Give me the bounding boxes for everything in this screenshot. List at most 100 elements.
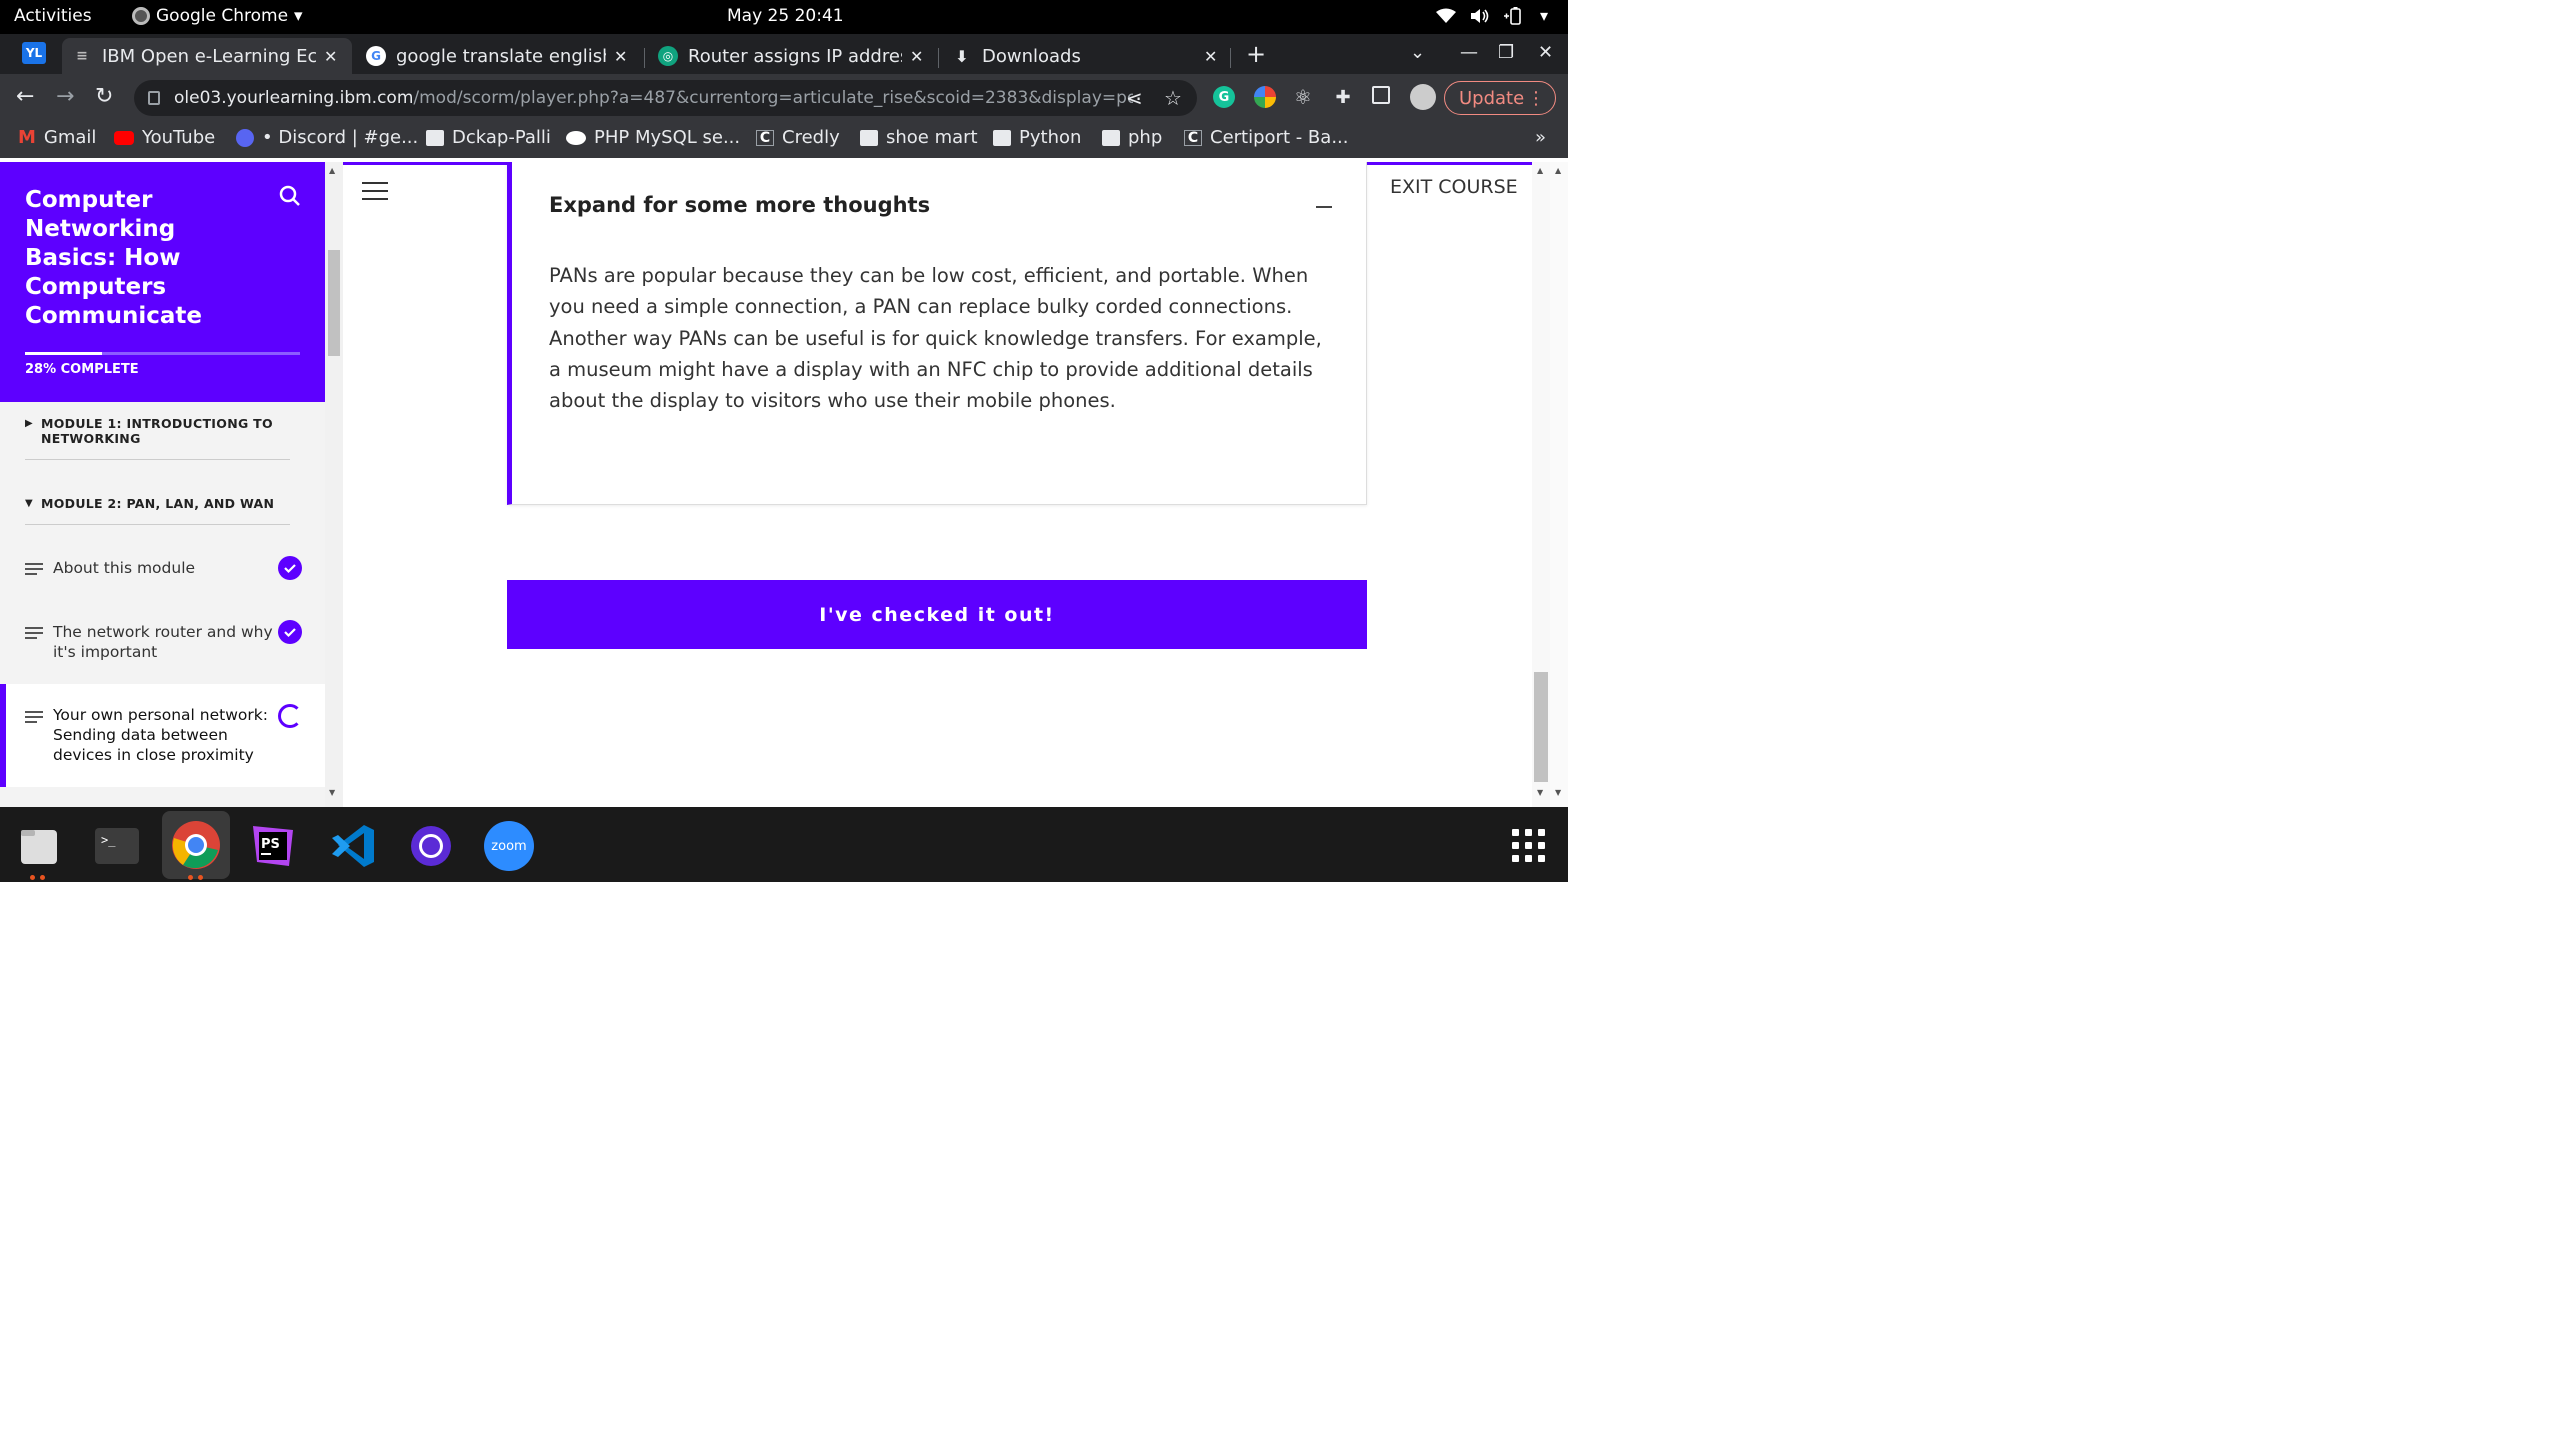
zoom-icon[interactable]: zoom [482,819,536,873]
lock-icon [148,91,160,105]
new-tab-button[interactable]: + [1246,40,1266,68]
lesson-about-module[interactable]: About this module [0,546,325,596]
vscode-icon[interactable] [326,819,380,873]
tab-search-chevron-icon[interactable]: ⌄ [1410,42,1425,63]
files-icon[interactable] [12,819,66,873]
bookmark-label: PHP MySQL se... [594,127,741,148]
share-icon[interactable]: ⋖ [1126,86,1143,110]
tab-title: Router assigns IP address [688,45,902,67]
check-circle-icon [278,556,302,580]
system-tray[interactable]: ▾ [1435,6,1548,25]
chrome-icon[interactable] [162,811,230,879]
bookmark-folder-shoe-mart[interactable]: shoe mart [860,127,978,148]
tab-downloads[interactable]: ⬇ Downloads ✕ [942,38,1228,74]
side-panel-icon[interactable] [1372,86,1390,104]
activities-button[interactable]: Activities [14,6,92,26]
progress-label: 28% COMPLETE [25,362,139,377]
bookmark-discord[interactable]: • Discord | #ge... [236,127,418,148]
show-applications-icon[interactable] [1512,829,1546,863]
module-2-toggle[interactable]: ▼ MODULE 2: PAN, LAN, AND WAN [25,496,290,511]
battery-icon [1503,6,1521,25]
lesson-list-icon [25,627,43,642]
credly-icon: C [756,129,774,146]
running-indicator [30,875,35,880]
more-bookmarks-chevron-icon[interactable]: » [1535,127,1546,148]
course-progress-fill [25,352,102,355]
profile-avatar[interactable] [1410,84,1436,110]
reload-icon[interactable]: ↻ [95,84,113,109]
content-scroll-thumb[interactable] [1534,672,1548,782]
tab-title: IBM Open e-Learning Ecos [102,45,316,67]
module-1-toggle[interactable]: ▶ MODULE 1: INTRODUCTIONG TO NETWORKING [25,416,290,446]
react-devtools-icon[interactable]: ⚛ [1292,85,1314,109]
app-menu[interactable]: Google Chrome ▾ [132,6,303,26]
bookmark-php-mysql[interactable]: PHP MySQL se... [566,127,740,148]
divider [25,524,290,525]
close-tab-icon[interactable]: ✕ [614,47,627,66]
sidebar-scrollbar[interactable]: ▲ ▼ [325,162,343,807]
terminal-icon[interactable]: >_ [90,819,144,873]
scroll-up-arrow-icon[interactable]: ▲ [1537,166,1543,175]
colorzilla-extension-icon[interactable] [1254,86,1276,108]
lesson-personal-network[interactable]: Your own personal network: Sending data … [0,684,325,787]
google-favicon-icon: G [366,46,386,66]
content-scrollbar[interactable]: ▲ ▼ [1532,162,1550,807]
check-circle-icon [278,620,302,644]
bookmark-gmail[interactable]: M Gmail [18,127,96,148]
search-icon[interactable] [278,184,302,208]
collapse-minus-icon[interactable] [1316,206,1332,208]
scroll-up-arrow-icon[interactable]: ▲ [1555,166,1561,175]
lesson-network-router[interactable]: The network router and why it's importan… [0,610,325,670]
power-menu-chevron-icon: ▾ [1539,6,1548,25]
yourlearning-favicon-icon[interactable]: YL [22,42,46,64]
close-tab-icon[interactable]: ✕ [1204,47,1217,66]
course-sidebar: Computer Networking Basics: How Computer… [0,162,325,807]
svg-text:>_: >_ [101,833,116,847]
accordion-title[interactable]: Expand for some more thoughts [549,193,930,217]
bookmark-credly[interactable]: C Credly [756,127,840,148]
bookmark-certiport[interactable]: C Certiport - Ba... [1184,127,1348,148]
bookmark-youtube[interactable]: YouTube [114,127,215,148]
bookmark-folder-php[interactable]: php [1102,127,1162,148]
tab-router-ip[interactable]: ◎ Router assigns IP address ✕ [648,38,934,74]
wifi-icon [1435,8,1456,23]
bookmark-star-icon[interactable]: ☆ [1164,86,1182,110]
bookmark-folder-dckap-palli[interactable]: Dckap-Palli [426,127,551,148]
system-clock[interactable]: May 25 20:41 [727,6,844,26]
scroll-down-arrow-icon[interactable]: ▼ [1555,788,1561,797]
exit-course-link[interactable]: EXIT COURSE [1390,176,1518,198]
bookmark-label: php [1128,127,1163,148]
bookmark-folder-python[interactable]: Python [993,127,1081,148]
phpstorm-icon[interactable]: PS [246,819,300,873]
bookmark-label: • Discord | #ge... [262,127,419,148]
back-arrow-icon[interactable]: ← [16,84,34,109]
sidebar-scroll-thumb[interactable] [328,250,340,356]
scroll-up-arrow-icon[interactable]: ▲ [329,166,335,175]
restore-window-icon[interactable]: ❐ [1498,42,1514,63]
in-progress-ring-icon [278,704,302,728]
forward-arrow-icon[interactable]: → [56,84,74,109]
update-chrome-button[interactable]: Update ⋮ [1444,81,1556,115]
tab-separator [644,48,645,68]
bookmark-label: Dckap-Palli [452,127,551,148]
menu-hamburger-icon[interactable] [362,182,388,206]
minimize-window-icon[interactable]: — [1460,42,1478,63]
close-tab-icon[interactable]: ✕ [324,47,337,66]
extensions-puzzle-icon[interactable]: ✚ [1332,86,1354,108]
close-window-icon[interactable]: ✕ [1538,42,1553,63]
discord-icon [236,128,254,147]
tab-ibm-elearning[interactable]: ≡ IBM Open e-Learning Ecos ✕ [62,38,352,74]
folder-icon [426,129,444,146]
module-label: MODULE 2: PAN, LAN, AND WAN [41,496,275,511]
running-indicator [40,875,45,880]
bookmark-label: Certiport - Ba... [1210,127,1349,148]
address-bar[interactable]: ole03.yourlearning.ibm.com /mod/scorm/pl… [134,80,1197,116]
grammarly-extension-icon[interactable]: G [1213,86,1235,108]
screen-recorder-icon[interactable] [404,819,458,873]
scroll-down-arrow-icon[interactable]: ▼ [1537,788,1543,797]
close-tab-icon[interactable]: ✕ [910,47,923,66]
page-scrollbar[interactable]: ▲ ▼ [1550,162,1568,807]
checked-it-out-button[interactable]: I've checked it out! [507,580,1367,649]
scroll-down-arrow-icon[interactable]: ▼ [329,788,335,797]
tab-google-translate[interactable]: G google translate english t ✕ [356,38,638,74]
